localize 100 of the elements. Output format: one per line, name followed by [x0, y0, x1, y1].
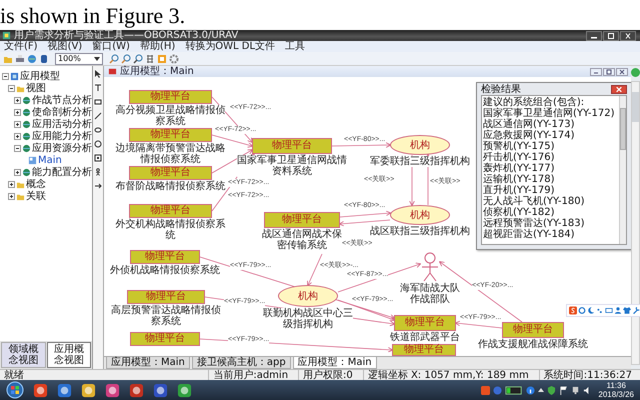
document-tab[interactable]: 接卫候高主机：app	[192, 357, 291, 369]
tree-item[interactable]: Main	[38, 154, 62, 166]
taskbar-app-icon[interactable]	[81, 382, 96, 398]
document-tab[interactable]: 应用模型：Main	[292, 357, 377, 369]
moon-icon[interactable]	[587, 306, 595, 315]
list-item[interactable]: 应急救援网(YY-174)	[482, 130, 618, 141]
rectangle-tool-icon[interactable]	[94, 98, 102, 106]
close-button[interactable]	[620, 30, 636, 40]
shield-icon	[547, 386, 556, 394]
taskbar-app-icon[interactable]	[177, 382, 192, 398]
tree-item[interactable]: 应用活动分析	[32, 118, 92, 130]
list-item[interactable]: 直升机(YY-179)	[482, 185, 618, 196]
expander-icon[interactable]	[14, 168, 21, 176]
list-item[interactable]: 预警机(YY-175)	[482, 141, 618, 152]
maximize-button[interactable]	[603, 30, 619, 40]
grid-icon[interactable]	[145, 54, 155, 64]
document-title: 应用模型：Main	[120, 66, 194, 77]
minimize-button[interactable]	[590, 68, 602, 76]
printer-icon[interactable]	[15, 54, 25, 64]
list-item[interactable]: 超视距雷达(YY-184)	[482, 229, 618, 240]
restore-button[interactable]	[603, 68, 615, 76]
scrollbar[interactable]	[631, 81, 640, 365]
language-icon[interactable]	[578, 306, 586, 315]
start-button[interactable]	[6, 381, 24, 399]
list-item[interactable]: 建议的系统组合(包含):	[482, 97, 618, 108]
taskbar-app-icon[interactable]	[153, 382, 168, 398]
panel-tab[interactable]: 应用概念视图	[46, 342, 91, 368]
ellipse-tool-icon[interactable]	[94, 126, 102, 134]
list-item[interactable]: 侦察机(YY-182)	[482, 207, 618, 218]
zoom-in-icon[interactable]	[109, 54, 119, 64]
tree-item[interactable]: 作战节点分析	[32, 94, 92, 106]
info-icon[interactable]	[526, 386, 536, 394]
menu-item[interactable]: 窗口(W)	[92, 41, 130, 52]
tree-item[interactable]: 使命剖析分析	[32, 106, 92, 118]
tree-item[interactable]: 应用能力分析	[32, 130, 92, 142]
expander-icon[interactable]	[8, 180, 15, 188]
expander-icon[interactable]	[14, 132, 21, 140]
expander-icon[interactable]	[8, 84, 15, 92]
expander-icon[interactable]	[14, 96, 21, 104]
platform-block: 物理平台	[128, 204, 212, 218]
circle-tool-icon[interactable]	[94, 140, 102, 148]
network-icon[interactable]	[571, 386, 580, 394]
document-tab[interactable]: 应用模型：Main	[106, 357, 190, 369]
list-item[interactable]: 轰炸机(YY-177)	[482, 163, 618, 174]
arrow-tool-icon[interactable]	[94, 182, 102, 190]
status-circle-icon	[631, 68, 640, 77]
caret-icon[interactable]	[538, 388, 544, 392]
search-icon[interactable]	[133, 54, 143, 64]
keyboard-icon[interactable]	[605, 306, 613, 315]
list-item[interactable]: 远程预警雷达(YY-183)	[482, 218, 618, 229]
menu-item[interactable]: 工具	[285, 41, 306, 52]
close-button[interactable]	[616, 68, 628, 76]
expander-icon[interactable]	[2, 72, 9, 80]
close-button[interactable]	[610, 84, 627, 94]
input-method-logo-icon[interactable]	[569, 306, 577, 315]
punctuation-icon[interactable]	[596, 306, 604, 315]
list-item[interactable]: 无人战斗飞机(YY-180)	[482, 196, 618, 207]
frame-tool-icon[interactable]	[94, 154, 102, 162]
line-tool-icon[interactable]	[94, 112, 102, 120]
taskbar-app-icon[interactable]	[57, 382, 72, 398]
flag-icon[interactable]	[559, 386, 568, 394]
text-tool-icon[interactable]	[94, 84, 102, 92]
menu-item[interactable]: 帮助(H)	[140, 41, 176, 52]
menu-item[interactable]: 转换为OWL DL文件	[185, 41, 276, 52]
pointer-icon[interactable]	[94, 70, 102, 78]
expander-icon[interactable]	[14, 108, 21, 116]
tree-item[interactable]: 关联	[26, 190, 46, 202]
list-item[interactable]: 歼击机(YY-176)	[482, 152, 618, 163]
tree-item[interactable]: 能力配置分析	[32, 166, 92, 178]
taskbar-app-icon[interactable]	[105, 382, 120, 398]
expander-icon[interactable]	[8, 192, 15, 200]
database-icon[interactable]	[39, 54, 49, 64]
zoom-dropdown[interactable]: 100%	[55, 52, 103, 64]
user-icon[interactable]	[614, 306, 622, 315]
tree-item[interactable]: 应用模型	[20, 70, 60, 82]
tree-item[interactable]: 概念	[26, 178, 46, 190]
globe-icon[interactable]	[27, 54, 37, 64]
menu-item[interactable]: 视图(V)	[48, 41, 82, 52]
taskbar-app-icon[interactable]	[33, 382, 48, 398]
list-item[interactable]: 战区通信网(YY-173)	[482, 119, 618, 130]
shirt-icon[interactable]	[623, 306, 631, 315]
agency-ellipse: 机构	[390, 135, 450, 155]
expander-icon[interactable]	[14, 120, 21, 128]
panel-tab[interactable]: 领域概念视图	[1, 342, 46, 368]
clock-time: 11:36	[606, 381, 626, 390]
model-icon	[10, 72, 19, 80]
platform-block: 物理平台	[128, 90, 212, 104]
scrollbar[interactable]	[618, 96, 626, 244]
taskbar-app-icon[interactable]	[129, 382, 144, 398]
expander-icon[interactable]	[14, 144, 21, 152]
minimize-button[interactable]	[586, 30, 602, 40]
list-item[interactable]: 国家军事卫星通信网(YY-172)	[482, 108, 618, 119]
wrench-icon[interactable]	[632, 306, 640, 315]
menu-item[interactable]: 文件(F)	[4, 41, 38, 52]
input-method-icon[interactable]	[481, 386, 490, 394]
list-item[interactable]: 运输机(YY-178)	[482, 174, 618, 185]
zoom-out-icon[interactable]	[121, 54, 131, 64]
tree-item[interactable]: 视图	[26, 82, 46, 94]
actor-tool-icon[interactable]	[94, 168, 102, 176]
tree-item[interactable]: 应用资源分析	[32, 142, 92, 154]
